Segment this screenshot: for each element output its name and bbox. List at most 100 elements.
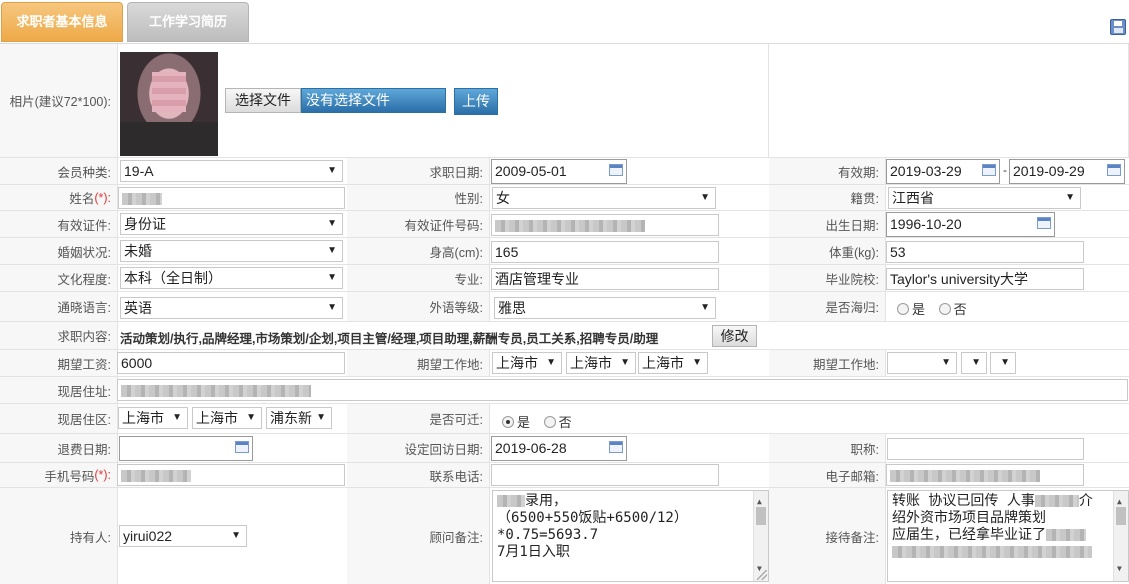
- id-number-input[interactable]: [491, 214, 719, 236]
- expected-district-select[interactable]: 上海市 ▼: [638, 352, 708, 374]
- valid-from-input[interactable]: 2019-03-29: [886, 159, 1000, 184]
- calendar-icon[interactable]: [609, 164, 623, 176]
- job-date-label: 求职日期:: [347, 158, 490, 184]
- id-type-select[interactable]: 身份证 ▼: [120, 213, 343, 235]
- returnee-yes-radio[interactable]: [897, 302, 909, 315]
- row-education: 文化程度: 本科（全日制） ▼ 专业: 酒店管理专业 毕业院校: Taylor's…: [0, 265, 1129, 292]
- expected-salary-label: 期望工资:: [0, 350, 118, 376]
- name-input[interactable]: [118, 187, 345, 209]
- weight-label: 体重(kg):: [769, 238, 886, 264]
- language-level-label: 外语等级:: [347, 292, 490, 321]
- chevron-down-icon: ▼: [172, 412, 182, 423]
- row-expected: 期望工资: 6000 期望工作地: 上海市 ▼ 上海市 ▼ 上海市 ▼ 期望工作地: …: [0, 350, 1129, 377]
- row-marital: 婚姻状况: 未婚 ▼ 身高(cm): 165 体重(kg): 53: [0, 238, 1129, 265]
- expected-salary-input[interactable]: 6000: [117, 352, 345, 374]
- area-province-select[interactable]: 上海市 ▼: [118, 407, 188, 429]
- tab-basic-info[interactable]: 求职者基本信息: [1, 2, 123, 42]
- phone-input[interactable]: [491, 464, 719, 486]
- save-icon[interactable]: [1110, 19, 1126, 35]
- title-input[interactable]: [887, 438, 1084, 460]
- row-id: 有效证件: 身份证 ▼ 有效证件号码: 出生日期: 1996-10-20: [0, 211, 1129, 238]
- phone-label: 联系电话:: [347, 463, 490, 487]
- row-notes: 持有人: yirui022 ▼ 顾问备注: 录用， （6500+550饭贴+650…: [0, 488, 1129, 584]
- redacted-note-text: [892, 546, 1092, 558]
- refund-date-input[interactable]: [119, 436, 253, 461]
- photo-row: 相片(建议72*100): 选择文件 没有选择文件 上传: [0, 44, 1129, 158]
- calendar-icon[interactable]: [235, 441, 249, 453]
- valid-period-separator: -: [1003, 163, 1007, 177]
- education-select[interactable]: 本科（全日制） ▼: [120, 267, 343, 289]
- area-district-select[interactable]: 浦东新 ▼: [266, 407, 332, 429]
- redacted-id-number: [495, 220, 645, 233]
- language-label: 通晓语言:: [0, 292, 118, 321]
- reception-note-scrollbar[interactable]: ▲ ▼: [1113, 491, 1128, 581]
- advisor-note-scrollbar[interactable]: ▲ ▼: [753, 491, 768, 581]
- expected2-province-select[interactable]: ▼: [887, 352, 957, 374]
- applicant-form: 相片(建议72*100): 选择文件 没有选择文件 上传 会员种类: 19-A ▼…: [0, 43, 1129, 584]
- valid-to-input[interactable]: 2019-09-29: [1009, 159, 1125, 184]
- current-area-label: 现居住区:: [0, 404, 118, 433]
- holder-select[interactable]: yirui022 ▼: [119, 525, 247, 547]
- email-input[interactable]: [886, 464, 1084, 486]
- tab-work-study-resume[interactable]: 工作学习简历: [127, 2, 249, 42]
- relocate-no-radio[interactable]: [543, 415, 556, 428]
- marital-select[interactable]: 未婚 ▼: [120, 240, 343, 262]
- modify-job-content-button[interactable]: 修改: [712, 325, 757, 347]
- callback-date-input[interactable]: 2019-06-28: [491, 436, 627, 461]
- relocate-yes-radio[interactable]: [502, 415, 514, 428]
- job-date-input[interactable]: 2009-05-01: [491, 159, 627, 184]
- expected-province-select[interactable]: 上海市 ▼: [492, 352, 562, 374]
- scroll-down-icon[interactable]: ▼: [1117, 560, 1122, 577]
- language-select[interactable]: 英语 ▼: [120, 297, 343, 319]
- advisor-note-textarea[interactable]: 录用， （6500+550饭贴+6500/12） *0.75=5693.7 7月…: [492, 490, 769, 582]
- advisor-note-label: 顾问备注:: [347, 488, 490, 584]
- chevron-down-icon: ▼: [692, 357, 702, 368]
- member-type-select[interactable]: 19-A ▼: [120, 160, 343, 182]
- chevron-down-icon: ▼: [1065, 192, 1075, 203]
- mobile-input[interactable]: [117, 464, 345, 486]
- redacted-note-text: [1046, 529, 1086, 541]
- chevron-down-icon: ▼: [1000, 357, 1010, 368]
- calendar-icon[interactable]: [1037, 217, 1051, 229]
- calendar-icon[interactable]: [982, 164, 996, 176]
- native-place-select[interactable]: 江西省 ▼: [888, 187, 1081, 209]
- reception-note-textarea[interactable]: 转账 协议已回传 人事介 绍外资市场项目品牌策划 应届生，已经拿毕业证了 ▲ ▼: [887, 490, 1129, 582]
- redacted-mobile: [121, 470, 191, 483]
- returnee-no-label: 否: [953, 302, 967, 317]
- resize-grip-icon[interactable]: [757, 570, 767, 580]
- photo-cell: 选择文件 没有选择文件 上传: [118, 44, 769, 157]
- choose-file-button[interactable]: 选择文件: [225, 88, 301, 113]
- relocate-label: 是否可迁:: [347, 404, 490, 433]
- expected2-district-select[interactable]: ▼: [990, 352, 1016, 374]
- area-city-select[interactable]: 上海市 ▼: [192, 407, 262, 429]
- refund-date-label: 退费日期:: [0, 434, 118, 462]
- calendar-icon[interactable]: [1107, 164, 1121, 176]
- redacted-address: [121, 385, 311, 398]
- marital-label: 婚姻状况:: [0, 238, 118, 264]
- expected-location2-label: 期望工作地:: [769, 350, 886, 376]
- job-content-label: 求职内容:: [0, 322, 118, 349]
- current-address-input[interactable]: [117, 379, 1128, 401]
- row-current-address: 现居住址:: [0, 377, 1129, 404]
- row-current-area: 现居住区: 上海市 ▼ 上海市 ▼ 浦东新 ▼ 是否可迁: 是 否: [0, 404, 1129, 434]
- calendar-icon[interactable]: [609, 441, 623, 453]
- relocate-yes-label: 是: [517, 415, 531, 430]
- birth-date-input[interactable]: 1996-10-20: [886, 212, 1055, 237]
- expected-city-select[interactable]: 上海市 ▼: [566, 352, 636, 374]
- expected2-city-select[interactable]: ▼: [961, 352, 987, 374]
- email-label: 电子邮箱:: [769, 463, 886, 487]
- language-level-select[interactable]: 雅思 ▼: [494, 297, 716, 319]
- chevron-down-icon: ▼: [327, 218, 337, 229]
- expected-location-label: 期望工作地:: [347, 350, 490, 376]
- returnee-no-radio[interactable]: [938, 302, 951, 315]
- native-place-label: 籍贯:: [769, 185, 886, 210]
- upload-button[interactable]: 上传: [454, 88, 498, 115]
- mobile-label: 手机号码 (*):: [0, 463, 118, 487]
- weight-input[interactable]: 53: [886, 241, 1084, 263]
- chevron-down-icon: ▼: [546, 357, 556, 368]
- height-input[interactable]: 165: [491, 241, 719, 263]
- major-input[interactable]: 酒店管理专业: [491, 268, 719, 290]
- gender-select[interactable]: 女 ▼: [492, 187, 716, 209]
- school-input[interactable]: Taylor's university大学: [886, 268, 1084, 290]
- chevron-down-icon: ▼: [941, 357, 951, 368]
